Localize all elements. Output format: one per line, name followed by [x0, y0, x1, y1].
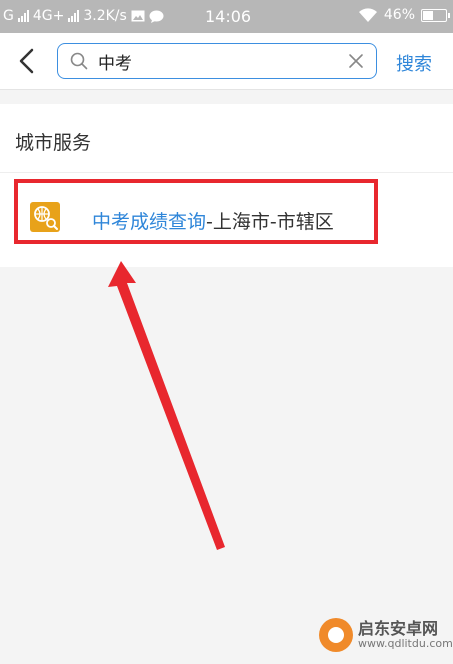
- watermark-title: 启东安卓网: [358, 618, 439, 638]
- battery-icon: [421, 8, 450, 22]
- status-left: G 4G+ 3.2K/s: [3, 8, 164, 24]
- image-notification-icon: [131, 10, 145, 22]
- service-search-icon: [30, 202, 60, 232]
- signal-icon: [17, 10, 29, 22]
- status-right: 46%: [358, 7, 450, 23]
- search-box[interactable]: [57, 43, 377, 79]
- battery-fill: [423, 10, 433, 20]
- status-time: 14:06: [205, 7, 252, 26]
- sim2-label: 4G+: [32, 8, 65, 24]
- signal-icon-2: [68, 10, 80, 22]
- sim1-label: G: [3, 8, 14, 24]
- battery-percent: 46%: [383, 7, 415, 23]
- search-header: 搜索: [0, 33, 453, 90]
- watermark-url: www.qdlitdu.com: [358, 636, 453, 650]
- wifi-icon: [358, 7, 377, 22]
- search-input[interactable]: [98, 49, 338, 73]
- watermark: 启东安卓网 www.qdlitdu.com: [319, 618, 453, 652]
- watermark-text: 启东安卓网 www.qdlitdu.com: [358, 618, 453, 650]
- result-highlight: 中考成绩查询: [92, 211, 207, 233]
- annotation-arrow: [108, 261, 225, 550]
- result-label: 中考成绩查询-上海市-市辖区: [92, 207, 334, 234]
- network-speed: 3.2K/s: [83, 8, 127, 24]
- watermark-logo-icon: [319, 618, 353, 652]
- section-title: 城市服务: [15, 132, 92, 154]
- search-button[interactable]: 搜索: [396, 50, 432, 76]
- clear-icon[interactable]: [348, 53, 364, 69]
- result-item[interactable]: 中考成绩查询-上海市-市辖区: [0, 173, 453, 267]
- back-arrow-icon: [19, 48, 34, 74]
- message-notification-icon: [149, 10, 164, 23]
- status-bar: G 4G+ 3.2K/s 14:06 46%: [0, 0, 453, 33]
- search-icon: [70, 52, 88, 70]
- result-location: -上海市-市辖区: [206, 211, 334, 233]
- back-button[interactable]: [8, 42, 44, 80]
- city-services-section: 城市服务 中考成绩查询-上海市-市辖区: [0, 104, 453, 267]
